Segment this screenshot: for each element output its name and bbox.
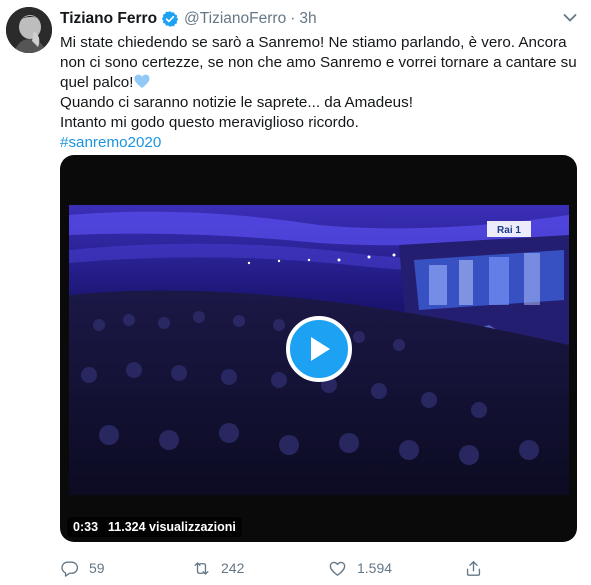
tweet-text-line: non ci sono certezze, se non che amo San… [60, 54, 577, 71]
tweet-text-line: Intanto mi godo questo meraviglioso rico… [60, 114, 359, 131]
avatar[interactable] [6, 7, 52, 53]
chevron-down-icon[interactable] [563, 13, 577, 23]
author-handle[interactable]: @TizianoFerro [184, 10, 286, 28]
reply-icon [61, 560, 79, 577]
play-icon [311, 337, 330, 361]
tweet-text-line: quel palco! [60, 73, 576, 93]
share-icon [466, 560, 481, 576]
video-player[interactable]: Rai 1 0:33 11.324 visualizzazioni [60, 155, 577, 542]
share-button[interactable] [464, 558, 493, 578]
retweet-count: 242 [221, 560, 245, 576]
like-button[interactable]: 1.594 [328, 558, 392, 578]
separator-dot: · [290, 10, 296, 27]
tweet-text-line: Mi state chiedendo se sarò a Sanremo! Ne… [60, 34, 567, 51]
tweet[interactable]: Tiziano Ferro @TizianoFerro · 3h Mi stat… [0, 0, 591, 585]
video-duration: 0:33 [73, 520, 99, 534]
retweet-icon [194, 561, 209, 575]
channel-logo-text: Rai 1 [497, 225, 521, 236]
tweet-actions: 59 242 1.594 [60, 558, 540, 578]
play-button[interactable] [286, 316, 352, 382]
timestamp[interactable]: 3h [299, 10, 316, 28]
hashtag-link[interactable]: #sanremo2020 [60, 133, 576, 153]
like-count: 1.594 [357, 560, 393, 576]
retweet-button[interactable]: 242 [192, 558, 244, 578]
verified-badge-icon [161, 11, 179, 27]
avatar-photo [6, 7, 52, 53]
tweet-text: Mi state chiedendo se sarò a Sanremo! Ne… [60, 33, 577, 153]
author-name[interactable]: Tiziano Ferro [60, 10, 157, 28]
blue-heart-emoji-icon [134, 74, 150, 88]
tweet-header: Tiziano Ferro @TizianoFerro · 3h [60, 8, 317, 30]
video-views: 11.324 visualizzazioni [108, 520, 236, 534]
video-info-badge: 0:33 11.324 visualizzazioni [67, 517, 242, 537]
reply-count: 59 [89, 560, 105, 576]
heart-icon [329, 561, 346, 576]
reply-button[interactable]: 59 [60, 558, 105, 578]
tweet-text-fragment: quel palco! [60, 74, 134, 91]
tweet-text-line: Quando ci saranno notizie le saprete... … [60, 94, 413, 111]
